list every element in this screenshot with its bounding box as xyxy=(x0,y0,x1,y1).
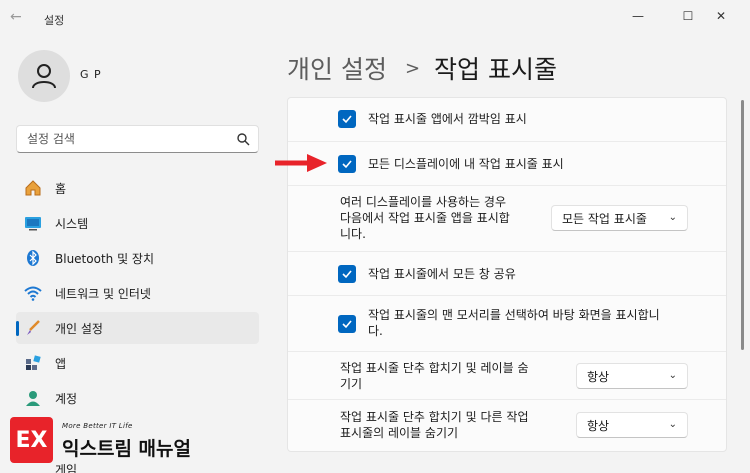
chevron-down-icon: ⌄ xyxy=(668,419,677,430)
brush-icon xyxy=(24,319,42,337)
corner-desktop-label-line1: 작업 표시줄의 맨 모서리를 선택하여 바탕 화면을 표시합니 xyxy=(368,308,660,322)
multi-display-dropdown[interactable]: 모든 작업 표시줄 ⌄ xyxy=(551,205,688,231)
flash-apps-label: 작업 표시줄 앱에서 깜박임 표시 xyxy=(368,112,527,126)
combine-main-value: 항상 xyxy=(587,369,610,384)
wifi-icon xyxy=(24,284,42,302)
combine-main-dropdown[interactable]: 항상 ⌄ xyxy=(576,363,688,389)
setting-row-flash: 작업 표시줄 앱에서 깜박임 표시 xyxy=(288,98,726,142)
page-title: 작업 표시줄 xyxy=(434,55,557,84)
multi-display-label-line2: 다음에서 작업 표시줄 앱을 표시합 xyxy=(340,211,510,225)
setting-row-combine-main: 작업 표시줄 단추 합치기 및 레이블 숨 기기 항상 ⌄ xyxy=(288,352,726,400)
sidebar-item-bluetooth[interactable]: Bluetooth 및 장치 xyxy=(16,242,259,274)
corner-desktop-label-line2: 다. xyxy=(368,324,383,338)
sidebar-item-label: Bluetooth 및 장치 xyxy=(55,251,155,266)
setting-row-all-displays: 모든 디스플레이에 내 작업 표시줄 표시 xyxy=(288,142,726,186)
setting-row-share-windows: 작업 표시줄에서 모든 창 공유 xyxy=(288,252,726,296)
share-windows-label: 작업 표시줄에서 모든 창 공유 xyxy=(368,267,516,281)
sidebar-item-label: 네트워크 및 인터넷 xyxy=(55,286,151,301)
sidebar-item-label: 개인 설정 xyxy=(55,321,103,336)
checkmark-icon xyxy=(342,115,352,124)
profile-name: G P xyxy=(80,68,102,81)
watermark-badge: EX xyxy=(10,417,53,463)
combine-main-label-line1: 작업 표시줄 단추 합치기 및 레이블 숨 xyxy=(340,361,529,375)
multi-display-label-line1: 여러 디스플레이를 사용하는 경우 xyxy=(340,195,507,209)
sidebar-item-personalization[interactable]: 개인 설정 xyxy=(16,312,259,344)
combine-other-label-line1: 작업 표시줄 단추 합치기 및 다른 작업 xyxy=(340,410,529,424)
account-icon xyxy=(24,389,42,407)
sidebar-item-label: 계정 xyxy=(55,391,78,406)
search-icon[interactable] xyxy=(236,132,250,146)
share-windows-checkbox[interactable] xyxy=(338,265,356,283)
sidebar-item-system[interactable]: 시스템 xyxy=(16,207,259,239)
red-arrow-icon xyxy=(275,154,327,172)
checkmark-icon xyxy=(342,160,352,169)
search-input[interactable] xyxy=(17,126,217,152)
breadcrumb: 개인 설정 > 작업 표시줄 xyxy=(287,50,557,86)
setting-row-multi-display: 여러 디스플레이를 사용하는 경우 다음에서 작업 표시줄 앱을 표시합 니다.… xyxy=(288,186,726,252)
combine-other-dropdown[interactable]: 항상 ⌄ xyxy=(576,412,688,438)
breadcrumb-parent[interactable]: 개인 설정 xyxy=(287,50,387,86)
combine-main-label-line2: 기기 xyxy=(340,377,363,391)
minimize-button[interactable]: — xyxy=(623,6,653,26)
system-icon xyxy=(24,214,42,232)
close-button[interactable]: ✕ xyxy=(706,6,736,26)
sidebar-item-label: 시스템 xyxy=(55,216,89,231)
sidebar-item-network[interactable]: 네트워크 및 인터넷 xyxy=(16,277,259,309)
all-displays-label: 모든 디스플레이에 내 작업 표시줄 표시 xyxy=(368,157,564,171)
sidebar-item-apps[interactable]: 앱 xyxy=(16,347,259,379)
combine-other-label-line2: 표시줄의 레이블 숨기기 xyxy=(340,426,459,440)
watermark-tagline: More Better IT Life xyxy=(62,422,133,430)
checkmark-icon xyxy=(342,320,352,329)
bluetooth-icon xyxy=(24,249,42,267)
breadcrumb-separator: > xyxy=(404,57,421,79)
all-displays-checkbox[interactable] xyxy=(338,155,356,173)
selection-indicator xyxy=(16,321,19,336)
combine-other-value: 항상 xyxy=(587,418,610,433)
taskbar-behaviors-card: 작업 표시줄 앱에서 깜박임 표시 모든 디스플레이에 내 작업 표시줄 표시 … xyxy=(287,97,727,452)
watermark-logo: EX More Better IT Life 익스트림 매뉴얼 xyxy=(10,417,210,467)
back-arrow-icon[interactable]: ← xyxy=(10,9,28,27)
checkmark-icon xyxy=(342,270,352,279)
apps-icon xyxy=(24,354,42,372)
avatar[interactable] xyxy=(18,50,70,102)
scrollbar-thumb[interactable] xyxy=(741,100,744,350)
chevron-down-icon: ⌄ xyxy=(668,212,677,223)
search-box[interactable] xyxy=(16,125,259,153)
sidebar-item-label: 앱 xyxy=(55,356,67,371)
corner-desktop-checkbox[interactable] xyxy=(338,315,356,333)
sidebar-item-label: 홈 xyxy=(55,181,67,196)
watermark-name: 익스트림 매뉴얼 xyxy=(62,438,191,460)
user-icon xyxy=(32,64,56,89)
title-bar: ← 설정 — ☐ ✕ xyxy=(0,0,750,34)
setting-row-combine-other: 작업 표시줄 단추 합치기 및 다른 작업 표시줄의 레이블 숨기기 항상 ⌄ xyxy=(288,400,726,451)
maximize-button[interactable]: ☐ xyxy=(673,6,703,26)
setting-row-corner-desktop: 작업 표시줄의 맨 모서리를 선택하여 바탕 화면을 표시합니 다. xyxy=(288,296,726,352)
chevron-down-icon: ⌄ xyxy=(668,370,677,381)
multi-display-label-line3: 니다. xyxy=(340,227,366,241)
app-title: 설정 xyxy=(44,14,65,27)
flash-apps-checkbox[interactable] xyxy=(338,110,356,128)
home-icon xyxy=(24,179,42,197)
multi-display-value: 모든 작업 표시줄 xyxy=(562,211,647,226)
sidebar-item-home[interactable]: 홈 xyxy=(16,172,259,204)
sidebar-item-accounts[interactable]: 계정 xyxy=(16,382,259,414)
